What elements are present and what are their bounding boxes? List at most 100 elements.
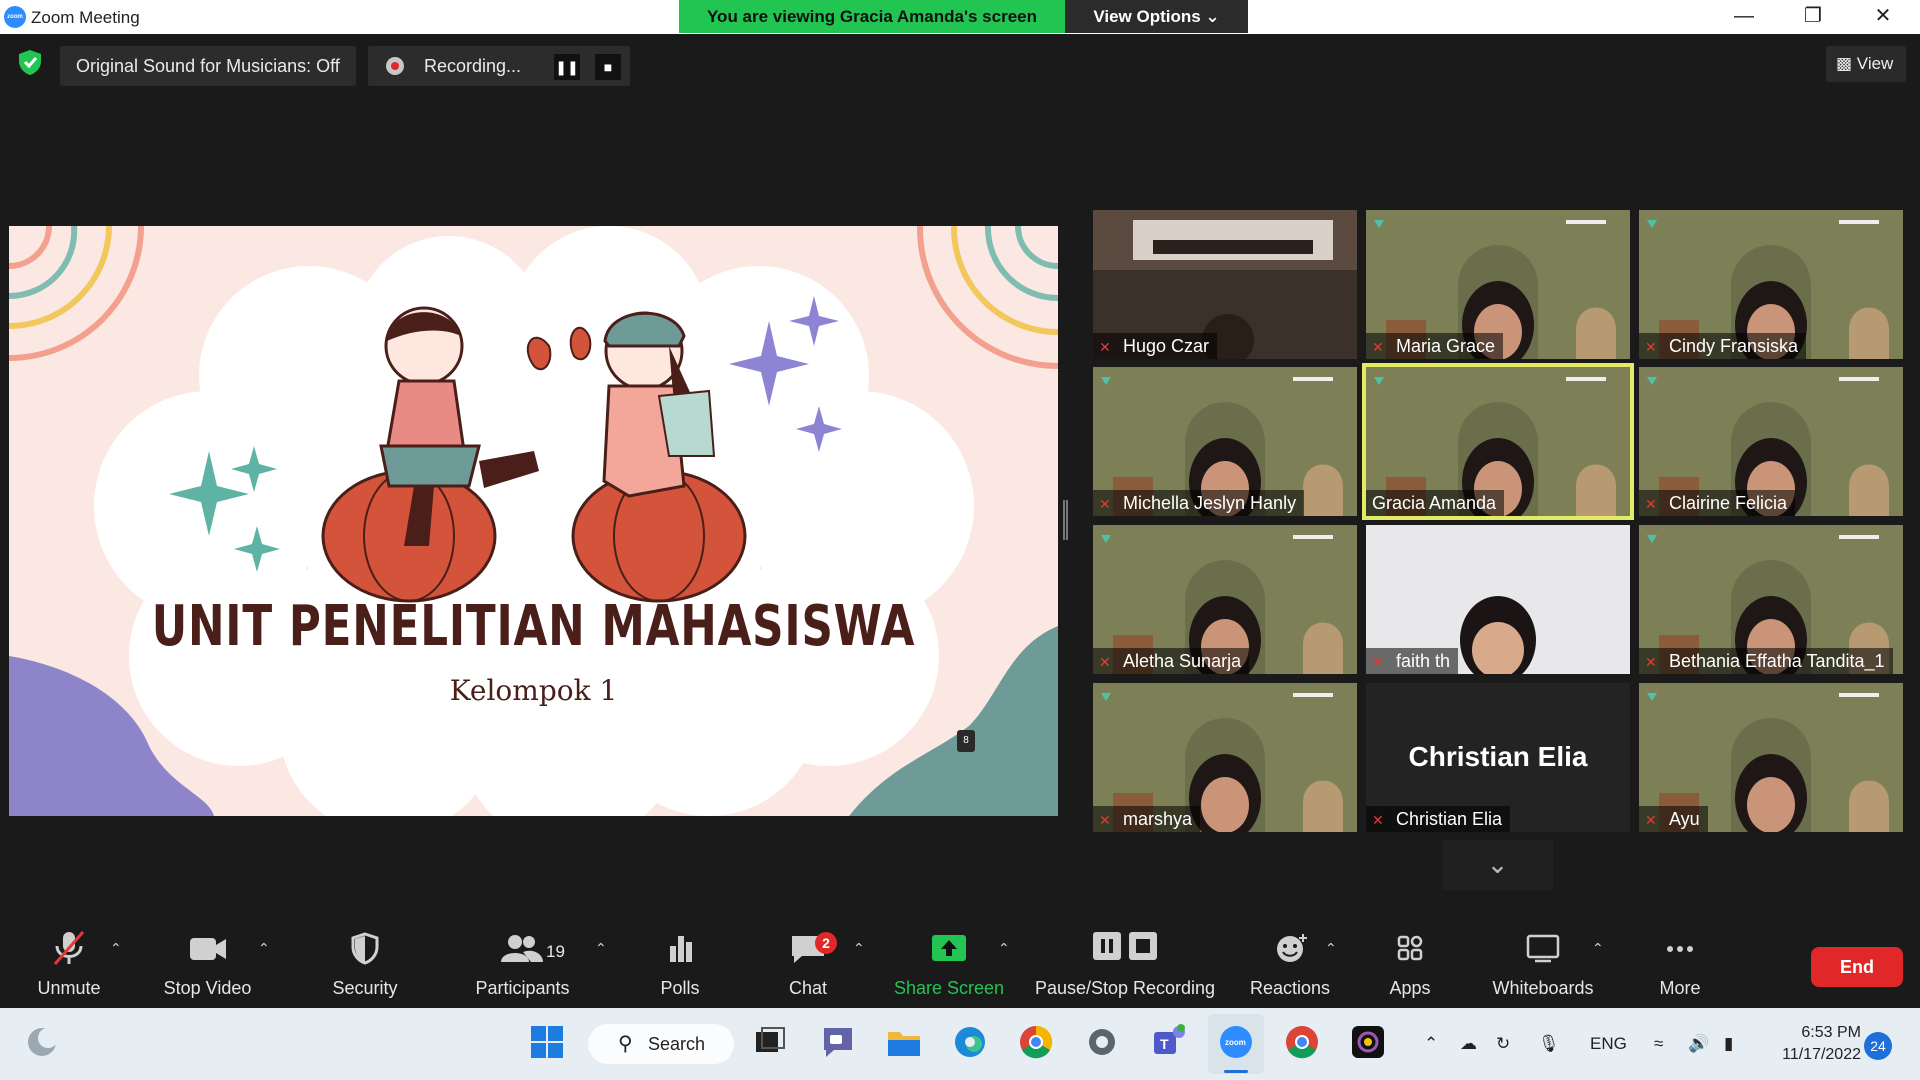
whiteboard-icon <box>1526 934 1560 963</box>
participant-tile[interactable]: ✕ Maria Grace <box>1366 210 1630 359</box>
battery-icon[interactable]: ▮ <box>1724 1008 1733 1080</box>
chrome-browser-icon[interactable] <box>1016 1022 1056 1062</box>
participant-name-bar: Gracia Amanda <box>1366 490 1505 516</box>
participants-button[interactable]: 19 Participants <box>465 910 580 1008</box>
restore-icon[interactable]: ❐ <box>1783 0 1843 34</box>
share-screen-icon <box>932 935 966 961</box>
pause-stop-recording-button[interactable]: Pause/Stop Recording <box>1030 910 1220 1008</box>
unmute-label: Unmute <box>37 978 101 998</box>
slide-artwork <box>9 226 1058 816</box>
zoom-app-icon[interactable]: zoom <box>1216 1022 1256 1062</box>
participant-tile[interactable]: ✕ marshya <box>1093 683 1357 832</box>
gallery-next-page-button[interactable]: ⌄ <box>1442 840 1553 890</box>
stop-recording-icon[interactable]: ■ <box>595 54 621 80</box>
reactions-options-caret-icon[interactable]: ⌃ <box>1325 940 1337 957</box>
participant-name: Hugo Czar <box>1123 336 1210 356</box>
participant-tile[interactable]: ✕ Ayu <box>1639 683 1903 832</box>
reactions-button[interactable]: Reactions <box>1240 910 1340 1008</box>
close-icon[interactable]: ✕ <box>1853 0 1913 34</box>
view-button[interactable]: ▩ View <box>1826 46 1906 82</box>
minimize-icon[interactable]: — <box>1714 0 1774 34</box>
meeting-controls-toolbar: Unmute ⌃ Stop Video ⌃ Security 19 Partic… <box>0 910 1920 1008</box>
notification-count-badge[interactable]: 24 <box>1864 1032 1892 1060</box>
reactions-emoji-icon <box>1277 934 1307 962</box>
volume-icon[interactable]: 🔊 <box>1688 1008 1709 1080</box>
participant-tile[interactable]: Christian Elia ✕ Christian Elia <box>1366 683 1630 832</box>
participant-tile[interactable]: ✕ Michella Jeslyn Hanly <box>1093 367 1357 516</box>
security-button[interactable]: Security <box>315 910 415 1008</box>
view-options-button[interactable]: View Options ⌄ <box>1065 0 1248 33</box>
chat-options-caret-icon[interactable]: ⌃ <box>853 940 865 957</box>
pause-stop-recording-icon <box>1093 932 1157 960</box>
chevron-down-icon: ⌄ <box>1486 849 1509 879</box>
share-options-caret-icon[interactable]: ⌃ <box>998 940 1010 957</box>
participants-label: Participants <box>475 978 570 998</box>
panel-resize-handle[interactable] <box>1063 500 1068 540</box>
whiteboards-label: Whiteboards <box>1492 978 1594 998</box>
more-label: More <box>1659 978 1701 998</box>
taskbar-clock[interactable]: 6:53 PM 11/17/2022 <box>1765 1022 1861 1066</box>
participant-tile[interactable]: ✕ Cindy Fransiska <box>1639 210 1903 359</box>
meeting-top-bar: Original Sound for Musicians: Off Record… <box>0 34 1920 94</box>
apps-button[interactable]: Apps <box>1360 910 1460 1008</box>
teams-icon[interactable]: T <box>1148 1022 1188 1062</box>
edge-browser-icon[interactable] <box>950 1022 990 1062</box>
window-title: Zoom Meeting <box>31 8 140 27</box>
participant-tile[interactable]: ✕ Aletha Sunarja <box>1093 525 1357 674</box>
whiteboards-button[interactable]: Whiteboards <box>1485 910 1601 1008</box>
participant-name-bar: ✕ marshya <box>1093 806 1201 832</box>
shared-screen[interactable]: UNIT PENELITIAN MAHASISWA Kelompok 1 8 <box>9 226 1058 816</box>
participant-tile[interactable]: ✕ Bethania Effatha Tandita_1 <box>1639 525 1903 674</box>
input-language[interactable]: ENG <box>1590 1008 1627 1080</box>
chat-button[interactable]: 2 Chat <box>758 910 858 1008</box>
polls-bar-chart-icon <box>670 936 692 962</box>
taskbar-search-label: Search <box>648 1034 706 1054</box>
file-explorer-icon[interactable] <box>884 1022 924 1062</box>
search-icon: ⚲ <box>618 1033 633 1055</box>
participant-name: Maria Grace <box>1396 336 1496 356</box>
participant-name-bar: ✕ Michella Jeslyn Hanly <box>1093 490 1305 516</box>
participant-tile[interactable]: ✕ Hugo Czar <box>1093 210 1357 359</box>
participant-name: faith th <box>1396 651 1451 671</box>
whiteboards-options-caret-icon[interactable]: ⌃ <box>1592 940 1604 957</box>
participants-options-caret-icon[interactable]: ⌃ <box>595 940 607 957</box>
chrome-profile-icon[interactable] <box>1282 1022 1322 1062</box>
polls-button[interactable]: Polls <box>630 910 730 1008</box>
sync-icon[interactable]: ↻ <box>1496 1008 1510 1080</box>
security-label: Security <box>332 978 398 998</box>
recording-label: Recording... <box>424 56 522 76</box>
chat-unread-badge: 2 <box>815 932 837 954</box>
microphone-muted-icon: ✕ <box>1372 812 1384 828</box>
recording-dot-icon <box>386 57 404 75</box>
zoom-logo-icon: zoom <box>4 6 26 28</box>
video-options-caret-icon[interactable]: ⌃ <box>258 940 270 957</box>
participant-tile[interactable]: ✕ Clairine Felicia <box>1639 367 1903 516</box>
start-windows-icon[interactable] <box>527 1022 567 1062</box>
encryption-shield-icon[interactable] <box>16 48 44 76</box>
wifi-icon[interactable]: ≈ <box>1654 1008 1663 1080</box>
task-view-icon[interactable] <box>750 1022 790 1062</box>
pause-recording-icon[interactable]: ❚❚ <box>554 54 580 80</box>
onedrive-cloud-icon[interactable]: ☁ <box>1460 1008 1477 1080</box>
participant-name-bar: ✕ Hugo Czar <box>1093 333 1218 359</box>
more-button[interactable]: More <box>1632 910 1728 1008</box>
participant-name: Christian Elia <box>1396 809 1503 829</box>
participant-name: Aletha Sunarja <box>1123 651 1242 671</box>
original-sound-toggle[interactable]: Original Sound for Musicians: Off <box>60 46 356 86</box>
participant-tile[interactable]: ✕ faith th <box>1366 525 1630 674</box>
camera-app-icon[interactable] <box>1348 1022 1388 1062</box>
teams-chat-icon[interactable] <box>818 1022 858 1062</box>
share-screen-button[interactable]: Share Screen <box>890 910 1008 1008</box>
participant-tile[interactable]: Gracia Amanda <box>1362 363 1634 520</box>
settings-gear-icon[interactable] <box>1082 1022 1122 1062</box>
show-hidden-icons-chevron-icon[interactable]: ⌃ <box>1424 1008 1438 1080</box>
stop-video-button[interactable]: Stop Video <box>150 910 265 1008</box>
microphone-tray-icon[interactable]: 🎙 <box>1538 1008 1560 1080</box>
end-meeting-button[interactable]: End <box>1811 947 1903 987</box>
weather-widget-icon[interactable] <box>22 1022 62 1062</box>
taskbar-search-box[interactable]: ⚲ Search <box>588 1024 734 1064</box>
participant-name-bar: ✕ Ayu <box>1639 806 1708 832</box>
clock-date: 11/17/2022 <box>1782 1046 1861 1063</box>
audio-options-caret-icon[interactable]: ⌃ <box>110 940 122 957</box>
unmute-button[interactable]: Unmute <box>18 910 120 1008</box>
